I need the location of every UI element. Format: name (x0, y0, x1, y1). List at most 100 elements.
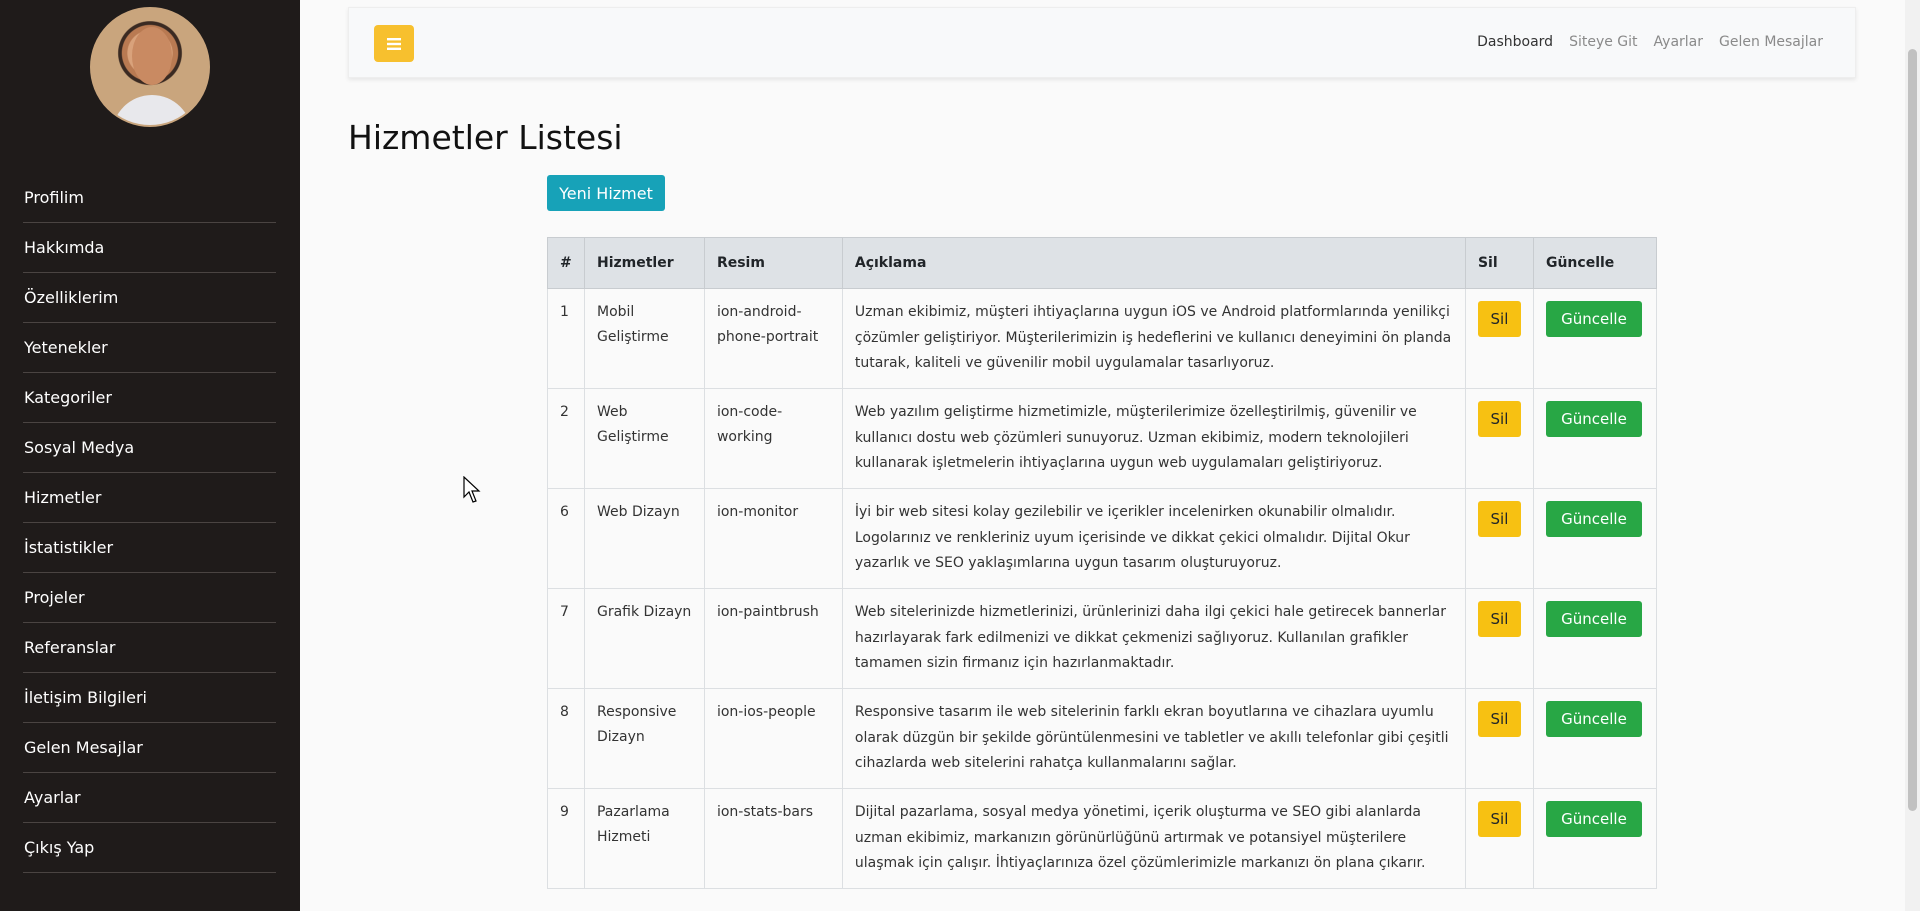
cell-description: Web yazılım geliştirme hizmetimizle, müş… (841, 388, 1466, 489)
update-button[interactable]: Güncelle (1545, 701, 1642, 737)
top-navbar: Dashboard Siteye Git Ayarlar Gelen Mesaj… (348, 7, 1856, 78)
cell-update: Güncelle (1532, 488, 1658, 589)
cell-id: 1 (547, 288, 585, 389)
sidebar-item-label: Hakkımda (24, 238, 105, 257)
col-header-update: Güncelle (1532, 237, 1658, 289)
table-row: 7 Grafik Dizayn ion-paintbrush Web sitel… (547, 588, 1658, 689)
cell-service-name: Grafik Dizayn (583, 588, 705, 689)
update-button[interactable]: Güncelle (1545, 401, 1642, 437)
avatar-shirt (112, 95, 192, 125)
sidebar-item-ozelliklerim[interactable]: Özelliklerim (23, 273, 276, 323)
update-button[interactable]: Güncelle (1545, 301, 1642, 337)
scrollbar-thumb[interactable] (1908, 49, 1917, 811)
top-links: Dashboard Siteye Git Ayarlar Gelen Mesaj… (1477, 34, 1823, 50)
cell-update: Güncelle (1532, 588, 1658, 689)
cell-id: 9 (547, 788, 585, 889)
update-button[interactable]: Güncelle (1545, 601, 1642, 637)
nav-link-gelen-mesajlar[interactable]: Gelen Mesajlar (1719, 34, 1823, 50)
services-table: # Hizmetler Resim Açıklama Sil Güncelle … (547, 237, 1658, 889)
sidebar-item-label: İstatistikler (24, 538, 114, 557)
bars-icon (387, 37, 401, 50)
delete-button[interactable]: Sil (1477, 601, 1521, 637)
cell-image-icon: ion-android-phone-portrait (703, 288, 843, 389)
cell-update: Güncelle (1532, 388, 1658, 489)
sidebar-item-label: Kategoriler (24, 388, 112, 407)
sidebar-item-profilim[interactable]: Profilim (23, 173, 276, 223)
mouse-cursor-icon (463, 476, 481, 503)
sidebar-item-label: Özelliklerim (24, 288, 119, 307)
sidebar-item-hizmetler[interactable]: Hizmetler (23, 473, 276, 523)
sidebar: Profilim Hakkımda Özelliklerim Yetenekle… (0, 0, 300, 911)
delete-button[interactable]: Sil (1477, 301, 1521, 337)
sidebar-item-sosyal-medya[interactable]: Sosyal Medya (23, 423, 276, 473)
cell-description: Web sitelerinizde hizmetlerinizi, ürünle… (841, 588, 1466, 689)
new-service-button[interactable]: Yeni Hizmet (547, 175, 665, 211)
cell-service-name: Responsive Dizayn (583, 688, 705, 789)
cell-service-name: Web Dizayn (583, 488, 705, 589)
sidebar-item-cikis-yap[interactable]: Çıkış Yap (23, 823, 276, 873)
table-row: 2 Web Geliştirme ion-code-working Web ya… (547, 388, 1658, 489)
cell-image-icon: ion-ios-people (703, 688, 843, 789)
cell-delete: Sil (1464, 288, 1534, 389)
delete-button[interactable]: Sil (1477, 501, 1521, 537)
nav-link-ayarlar[interactable]: Ayarlar (1654, 34, 1703, 50)
sidebar-item-projeler[interactable]: Projeler (23, 573, 276, 623)
col-header-delete: Sil (1464, 237, 1534, 289)
page-scrollbar[interactable] (1905, 0, 1920, 911)
cell-delete: Sil (1464, 788, 1534, 889)
cell-image-icon: ion-paintbrush (703, 588, 843, 689)
table-row: 8 Responsive Dizayn ion-ios-people Respo… (547, 688, 1658, 789)
sidebar-item-label: Referanslar (24, 638, 116, 657)
sidebar-item-iletisim-bilgileri[interactable]: İletişim Bilgileri (23, 673, 276, 723)
delete-button[interactable]: Sil (1477, 801, 1521, 837)
sidebar-item-yetenekler[interactable]: Yetenekler (23, 323, 276, 373)
sidebar-item-referanslar[interactable]: Referanslar (23, 623, 276, 673)
cell-service-name: Web Geliştirme (583, 388, 705, 489)
cell-description: Responsive tasarım ile web sitelerinin f… (841, 688, 1466, 789)
update-button[interactable]: Güncelle (1545, 801, 1642, 837)
delete-button[interactable]: Sil (1477, 401, 1521, 437)
sidebar-item-kategoriler[interactable]: Kategoriler (23, 373, 276, 423)
table-row: 9 Pazarlama Hizmeti ion-stats-bars Dijit… (547, 788, 1658, 889)
cell-id: 8 (547, 688, 585, 789)
cell-image-icon: ion-stats-bars (703, 788, 843, 889)
cell-service-name: Pazarlama Hizmeti (583, 788, 705, 889)
cell-delete: Sil (1464, 688, 1534, 789)
cell-id: 7 (547, 588, 585, 689)
cell-service-name: Mobil Geliştirme (583, 288, 705, 389)
sidebar-item-label: Profilim (24, 188, 84, 207)
sidebar-item-label: Gelen Mesajlar (24, 738, 143, 757)
sidebar-item-istatistikler[interactable]: İstatistikler (23, 523, 276, 573)
sidebar-item-gelen-mesajlar[interactable]: Gelen Mesajlar (23, 723, 276, 773)
cell-delete: Sil (1464, 388, 1534, 489)
sidebar-item-label: Projeler (24, 588, 85, 607)
cell-id: 2 (547, 388, 585, 489)
cell-update: Güncelle (1532, 288, 1658, 389)
col-header-description: Açıklama (841, 237, 1466, 289)
avatar (90, 7, 210, 127)
table-header-row: # Hizmetler Resim Açıklama Sil Güncelle (547, 237, 1658, 289)
cell-description: İyi bir web sitesi kolay gezilebilir ve … (841, 488, 1466, 589)
nav-link-siteye-git[interactable]: Siteye Git (1569, 34, 1637, 50)
cell-id: 6 (547, 488, 585, 589)
col-header-services: Hizmetler (583, 237, 705, 289)
cell-image-icon: ion-monitor (703, 488, 843, 589)
table-row: 6 Web Dizayn ion-monitor İyi bir web sit… (547, 488, 1658, 589)
sidebar-item-label: Yetenekler (24, 338, 108, 357)
cell-image-icon: ion-code-working (703, 388, 843, 489)
nav-link-dashboard[interactable]: Dashboard (1477, 34, 1553, 50)
sidebar-item-ayarlar[interactable]: Ayarlar (23, 773, 276, 823)
cell-description: Uzman ekibimiz, müşteri ihtiyaçlarına uy… (841, 288, 1466, 389)
delete-button[interactable]: Sil (1477, 701, 1521, 737)
page-title: Hizmetler Listesi (348, 118, 623, 157)
cell-update: Güncelle (1532, 788, 1658, 889)
cell-update: Güncelle (1532, 688, 1658, 789)
cell-delete: Sil (1464, 588, 1534, 689)
sidebar-toggle-button[interactable] (374, 25, 414, 62)
update-button[interactable]: Güncelle (1545, 501, 1642, 537)
sidebar-item-label: Sosyal Medya (24, 438, 135, 457)
sidebar-item-hakkimda[interactable]: Hakkımda (23, 223, 276, 273)
col-header-id: # (547, 237, 585, 289)
col-header-image: Resim (703, 237, 843, 289)
avatar-face (132, 27, 172, 85)
